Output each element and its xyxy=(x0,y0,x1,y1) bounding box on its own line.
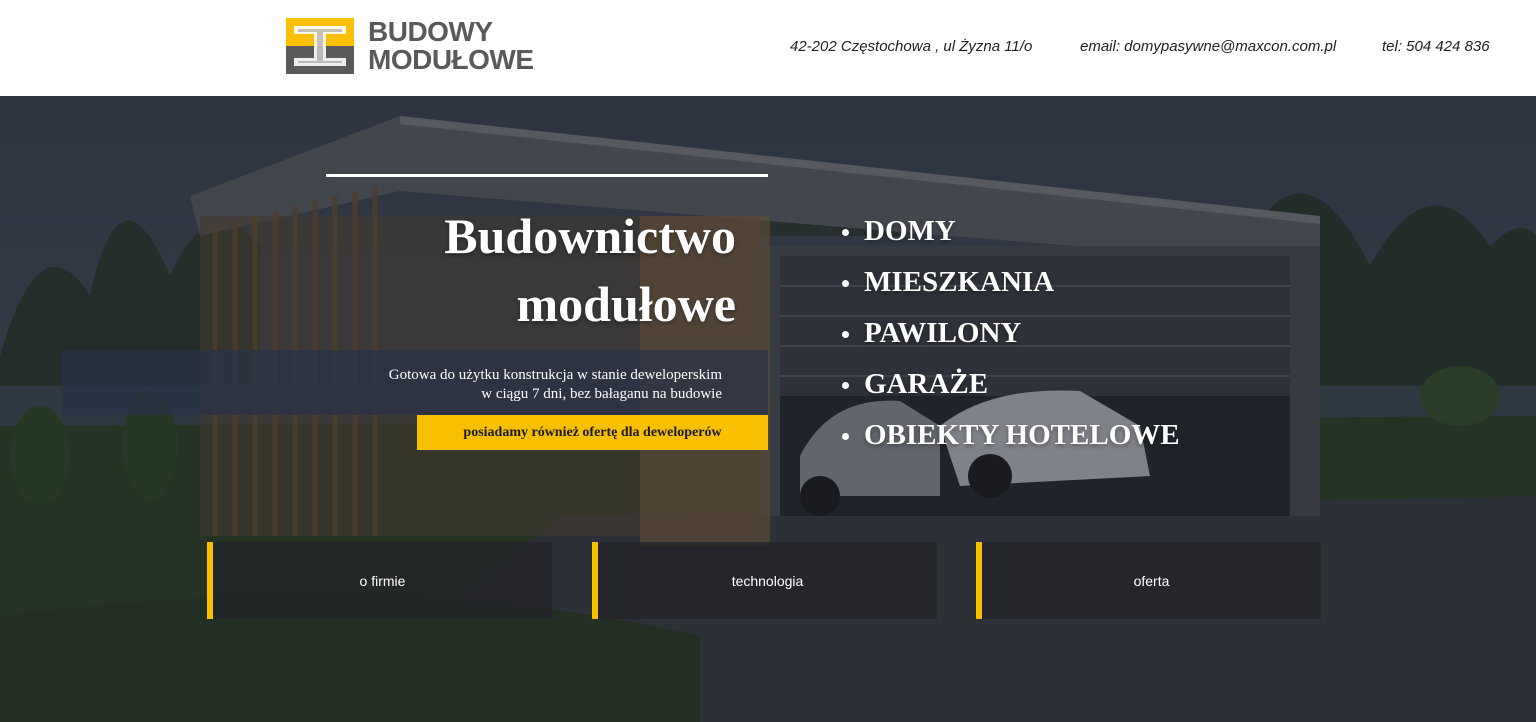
category-item-obiekty-hotelowe[interactable]: OBIEKTY HOTELOWE xyxy=(840,412,1180,463)
i-beam-logo-icon xyxy=(286,18,354,74)
bullet-icon xyxy=(842,229,849,236)
logo-line-1: BUDOWY xyxy=(368,16,493,47)
hero-title-line-1: Budownictwo xyxy=(444,208,736,264)
bullet-icon xyxy=(842,433,849,440)
logo-line-2: MODUŁOWE xyxy=(368,44,534,75)
site-logo[interactable]: BUDOWY MODUŁOWE xyxy=(286,18,558,76)
category-label: DOMY xyxy=(864,215,956,247)
category-label: GARAŻE xyxy=(864,368,989,400)
category-item-pawilony[interactable]: PAWILONY xyxy=(840,310,1180,361)
category-label: MIESZKANIA xyxy=(864,266,1055,298)
category-item-domy[interactable]: DOMY xyxy=(840,208,1180,259)
category-label: OBIEKTY HOTELOWE xyxy=(864,419,1180,451)
category-list: DOMY MIESZKANIA PAWILONY GARAŻE OBIEKTY … xyxy=(840,208,1180,463)
hero-title-line-2: modułowe xyxy=(516,276,736,332)
nav-tile-o-firmie[interactable]: o firmie xyxy=(207,542,552,619)
contact-address: 42-202 Częstochowa , ul Żyzna 11/o xyxy=(790,38,1033,55)
tagline-line-1: Gotowa do użytku konstrukcja w stanie de… xyxy=(388,367,722,383)
category-label: PAWILONY xyxy=(864,317,1022,349)
tagline-line-2: w ciągu 7 dni, bez bałaganu na budowie xyxy=(481,386,722,402)
nav-tile-technologia[interactable]: technologia xyxy=(592,542,937,619)
contact-phone[interactable]: tel: 504 424 836 xyxy=(1382,38,1490,55)
title-rule xyxy=(326,174,768,177)
hero-title: Budownictwo modułowe xyxy=(340,202,736,338)
site-header: BUDOWY MODUŁOWE 42-202 Częstochowa , ul … xyxy=(0,0,1536,96)
hero-tagline: Gotowa do użytku konstrukcja w stanie de… xyxy=(300,366,722,404)
developer-offer-button[interactable]: posiadamy również ofertę dla deweloperów xyxy=(417,415,768,450)
category-item-garaze[interactable]: GARAŻE xyxy=(840,361,1180,412)
bullet-icon xyxy=(842,280,849,287)
nav-tile-oferta[interactable]: oferta xyxy=(976,542,1321,619)
bullet-icon xyxy=(842,331,849,338)
category-item-mieszkania[interactable]: MIESZKANIA xyxy=(840,259,1180,310)
contact-email[interactable]: email: domypasywne@maxcon.com.pl xyxy=(1080,38,1336,55)
logo-wordmark: BUDOWY MODUŁOWE xyxy=(368,18,558,74)
bullet-icon xyxy=(842,382,849,389)
